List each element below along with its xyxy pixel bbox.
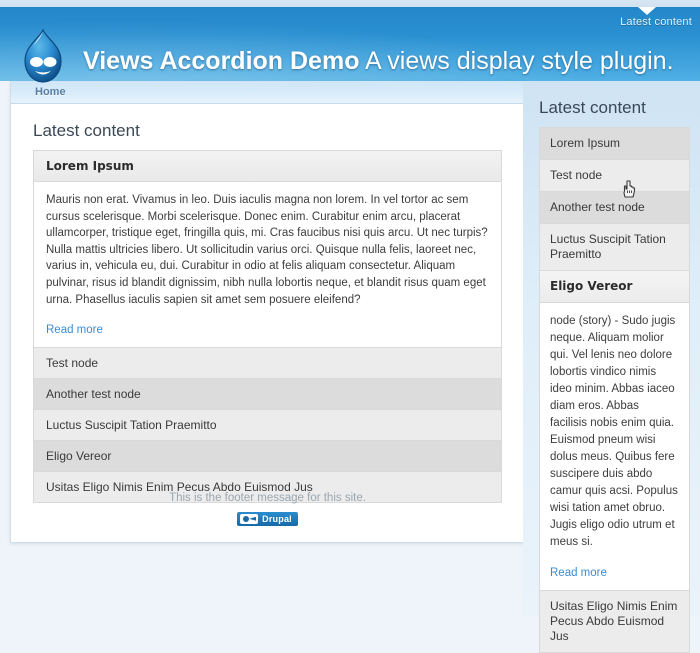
drupal-badge-label: Drupal bbox=[262, 513, 292, 524]
main-page-block: Home Latest content Lorem Ipsum Mauris no… bbox=[10, 81, 525, 543]
pointing-hand-cursor bbox=[621, 180, 639, 200]
main-accordion-item-header[interactable]: Test node bbox=[34, 348, 501, 380]
sidebar-accordion-item-body: node (story) - Sudo jugis neque. Aliquam… bbox=[550, 315, 678, 548]
main-accordion-item-header[interactable]: Eligo Vereor bbox=[34, 441, 501, 473]
top-latest-content-tab[interactable]: Latest content bbox=[620, 16, 692, 28]
sidebar-accordion-item-header[interactable]: Test node bbox=[540, 160, 689, 192]
main-section-title: Latest content bbox=[33, 121, 140, 140]
triangle-down-icon bbox=[638, 7, 656, 15]
main-accordion-item-header[interactable]: Lorem Ipsum bbox=[34, 151, 501, 182]
sidebar-accordion-item-header[interactable]: Lorem Ipsum bbox=[540, 128, 689, 160]
main-accordion-item-header[interactable]: Another test node bbox=[34, 379, 501, 411]
main-accordion-item-read-more-link[interactable]: Read more bbox=[46, 324, 103, 336]
site-name: Views Accordion Demo bbox=[83, 47, 360, 75]
drupal-droplet-icon bbox=[240, 513, 259, 524]
sidebar-accordion-item-header[interactable]: Usitas Eligo Nimis Enim Pecus Abdo Euism… bbox=[540, 591, 689, 653]
main-accordion-item-panel: Mauris non erat. Vivamus in leo. Duis ia… bbox=[34, 182, 501, 349]
sidebar-section-title: Latest content bbox=[539, 98, 646, 117]
main-accordion-item-header[interactable]: Luctus Suscipit Tation Praemitto bbox=[34, 410, 501, 442]
main-content: Latest content Lorem Ipsum Mauris non era… bbox=[11, 104, 524, 504]
site-slogan: A views display style plugin. bbox=[365, 47, 674, 75]
page-title: Views Accordion Demo A views display sty… bbox=[83, 47, 674, 76]
site-footer: This is the footer message for this site… bbox=[11, 492, 524, 542]
sidebar-accordion-item-header[interactable]: Luctus Suscipit Tation Praemitto bbox=[540, 224, 689, 271]
sidebar-accordion-item-header[interactable]: Another test node bbox=[540, 192, 689, 224]
drupal-badge[interactable]: Drupal bbox=[237, 511, 298, 526]
page-root: Latest content Views Accordion Demo A vi… bbox=[0, 0, 700, 653]
drupal-droplet-icon[interactable] bbox=[16, 24, 70, 88]
sidebar-accordion: Lorem Ipsum Test node Another test node Luc… bbox=[539, 127, 690, 653]
sidebar: Latest content Lorem Ipsum Test node Anoth… bbox=[523, 81, 700, 653]
top-strip bbox=[0, 0, 700, 7]
main-accordion: Lorem Ipsum Mauris non erat. Vivamus in l… bbox=[33, 150, 502, 504]
site-header: Latest content Views Accordion Demo A vi… bbox=[0, 7, 700, 83]
footer-message: This is the footer message for this site… bbox=[169, 492, 366, 504]
sidebar-accordion-item-panel: node (story) - Sudo jugis neque. Aliquam… bbox=[540, 303, 689, 591]
sidebar-accordion-item-read-more-link[interactable]: Read more bbox=[550, 567, 607, 579]
breadcrumb: Home bbox=[11, 81, 524, 104]
main-accordion-item-body: Mauris non erat. Vivamus in leo. Duis ia… bbox=[46, 194, 488, 306]
sidebar-accordion-item-header[interactable]: Eligo Vereor bbox=[540, 271, 689, 303]
